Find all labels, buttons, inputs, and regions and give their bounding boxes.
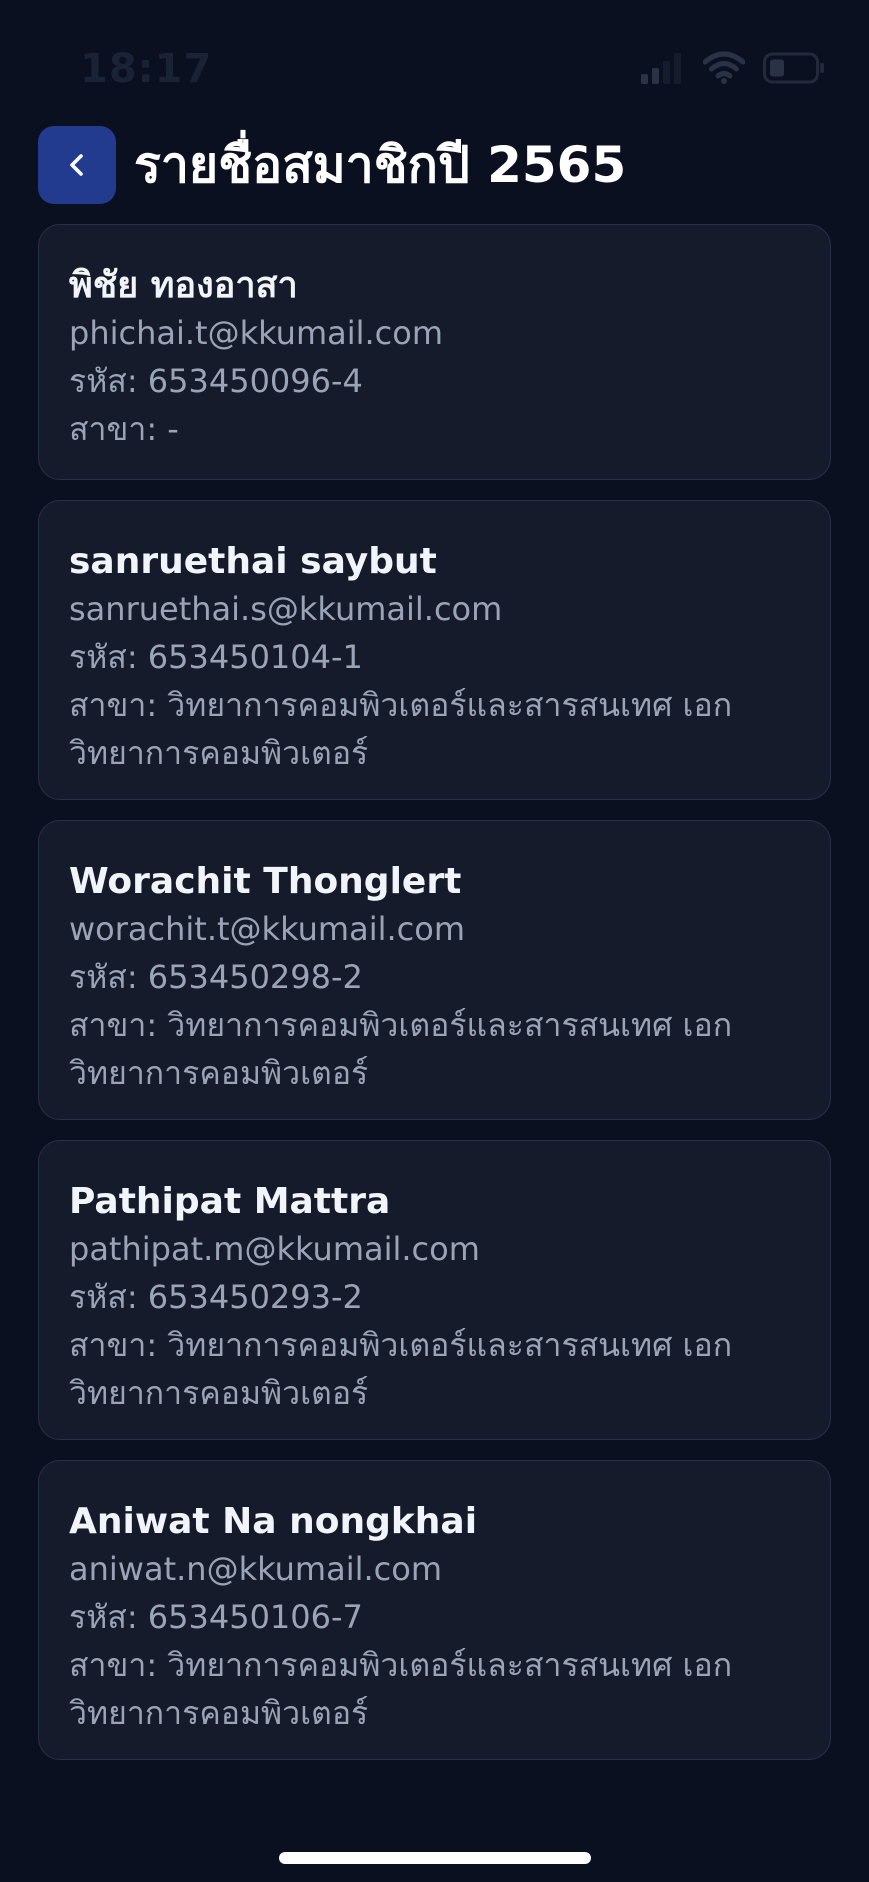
member-major-row: สาขา: -	[69, 405, 800, 453]
member-email: aniwat.n@kkumail.com	[69, 1550, 442, 1588]
battery-icon	[763, 52, 824, 84]
member-card[interactable]: พิชัย ทองอาสา phichai.t@kkumail.com รหัส…	[38, 224, 831, 480]
home-indicator[interactable]	[278, 1852, 591, 1864]
member-major: วิทยาการคอมพิวเตอร์และสารสนเทศ เอกวิทยาก…	[69, 1326, 733, 1412]
member-name: พิชัย ทองอาสา	[69, 265, 298, 306]
member-major-row: สาขา: วิทยาการคอมพิวเตอร์และสารสนเทศ เอก…	[69, 1321, 800, 1417]
member-name: Worachit Thonglert	[69, 861, 462, 902]
status-icons	[639, 50, 825, 86]
status-time: 18:17	[80, 46, 213, 92]
member-email: pathipat.m@kkumail.com	[69, 1230, 480, 1268]
member-id-row: รหัส: 653450293-2	[69, 1273, 800, 1321]
member-id-label: รหัส:	[69, 638, 138, 676]
member-id: 653450293-2	[147, 1278, 363, 1316]
member-id-label: รหัส:	[69, 958, 138, 996]
member-major-row: สาขา: วิทยาการคอมพิวเตอร์และสารสนเทศ เอก…	[69, 1641, 800, 1737]
page-header: รายชื่อสมาชิกปี 2565	[38, 125, 831, 205]
member-id-row: รหัส: 653450104-1	[69, 633, 800, 681]
member-major: วิทยาการคอมพิวเตอร์และสารสนเทศ เอกวิทยาก…	[69, 686, 733, 772]
member-name: Pathipat Mattra	[69, 1181, 391, 1222]
wifi-icon	[703, 51, 745, 84]
cellular-signal-icon	[641, 53, 681, 84]
member-major-row: สาขา: วิทยาการคอมพิวเตอร์และสารสนเทศ เอก…	[69, 681, 800, 777]
chevron-left-icon	[70, 154, 83, 176]
member-major-label: สาขา:	[69, 410, 158, 448]
member-major: วิทยาการคอมพิวเตอร์และสารสนเทศ เอกวิทยาก…	[69, 1006, 733, 1092]
member-major-row: สาขา: วิทยาการคอมพิวเตอร์และสารสนเทศ เอก…	[69, 1001, 800, 1097]
member-card[interactable]: Aniwat Na nongkhai aniwat.n@kkumail.com …	[38, 1460, 831, 1760]
member-id-label: รหัส:	[69, 1598, 138, 1636]
member-id-row: รหัส: 653450096-4	[69, 357, 800, 405]
back-button[interactable]	[38, 126, 116, 204]
member-email: sanruethai.s@kkumail.com	[69, 590, 503, 628]
member-email: phichai.t@kkumail.com	[69, 314, 444, 352]
member-card[interactable]: sanruethai saybut sanruethai.s@kkumail.c…	[38, 500, 831, 800]
member-major-label: สาขา:	[69, 1326, 158, 1364]
member-id: 653450104-1	[147, 638, 363, 676]
page-title: รายชื่อสมาชิกปี 2565	[134, 135, 627, 194]
member-major: -	[167, 410, 179, 448]
member-id: 653450096-4	[147, 362, 363, 400]
member-name: sanruethai saybut	[69, 541, 437, 582]
status-bar: 18:17	[0, 0, 869, 120]
member-card[interactable]: Pathipat Mattra pathipat.m@kkumail.com ร…	[38, 1140, 831, 1440]
member-major-label: สาขา:	[69, 1006, 158, 1044]
member-id: 653450106-7	[147, 1598, 363, 1636]
member-major: วิทยาการคอมพิวเตอร์และสารสนเทศ เอกวิทยาก…	[69, 1646, 733, 1732]
member-id-label: รหัส:	[69, 362, 138, 400]
member-id-row: รหัส: 653450106-7	[69, 1593, 800, 1641]
member-list: พิชัย ทองอาสา phichai.t@kkumail.com รหัส…	[38, 224, 831, 1760]
member-name: Aniwat Na nongkhai	[69, 1501, 478, 1542]
member-email: worachit.t@kkumail.com	[69, 910, 465, 948]
member-major-label: สาขา:	[69, 1646, 158, 1684]
member-id-row: รหัส: 653450298-2	[69, 953, 800, 1001]
member-id: 653450298-2	[147, 958, 363, 996]
member-card[interactable]: Worachit Thonglert worachit.t@kkumail.co…	[38, 820, 831, 1120]
member-major-label: สาขา:	[69, 686, 158, 724]
member-id-label: รหัส:	[69, 1278, 138, 1316]
